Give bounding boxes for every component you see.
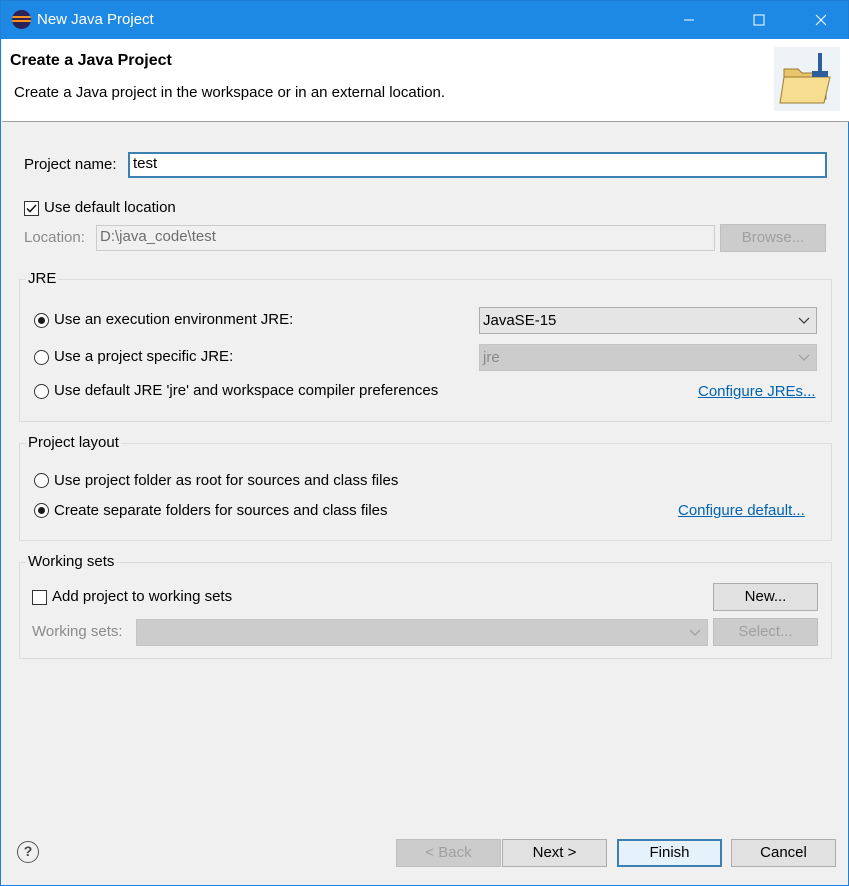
- eclipse-logo-icon: [12, 10, 31, 29]
- new-working-set-button[interactable]: New...: [713, 583, 818, 611]
- layout-separate-label: Create separate folders for sources and …: [54, 502, 388, 519]
- chevron-down-icon: [689, 629, 701, 636]
- browse-button[interactable]: Browse...: [720, 224, 826, 252]
- jre-project-specific-radio[interactable]: [34, 350, 49, 365]
- wizard-description: Create a Java project in the workspace o…: [14, 84, 446, 101]
- project-name-input[interactable]: test: [128, 152, 827, 178]
- finish-button[interactable]: Finish: [617, 839, 722, 867]
- working-sets-group-title: Working sets: [26, 553, 117, 570]
- project-layout-group: [19, 443, 832, 541]
- jre-project-specific-label: Use a project specific JRE:: [54, 348, 234, 365]
- exec-env-select-value: JavaSE-15: [483, 312, 557, 329]
- chevron-down-icon: [798, 317, 810, 324]
- maximize-icon: [753, 14, 765, 26]
- cancel-button[interactable]: Cancel: [731, 839, 836, 867]
- project-jre-select-value: jre: [483, 349, 500, 366]
- window-title: New Java Project: [37, 11, 154, 28]
- configure-jres-link[interactable]: Configure JREs...: [698, 383, 816, 400]
- project-name-label: Project name:: [24, 156, 117, 173]
- working-sets-select[interactable]: [136, 619, 708, 646]
- use-default-location-checkbox[interactable]: [24, 201, 39, 216]
- close-icon: [815, 14, 827, 26]
- chevron-down-icon: [798, 354, 810, 361]
- minimize-icon: [684, 19, 694, 21]
- location-label: Location:: [24, 229, 85, 246]
- jre-group-title: JRE: [26, 270, 59, 287]
- add-to-working-sets-label: Add project to working sets: [52, 588, 233, 605]
- jre-default-radio[interactable]: [34, 384, 49, 399]
- jre-default-label: Use default JRE 'jre' and workspace comp…: [54, 382, 439, 399]
- project-jre-select[interactable]: jre: [479, 344, 817, 371]
- layout-root-radio[interactable]: [34, 473, 49, 488]
- use-default-location-label: Use default location: [44, 199, 176, 216]
- add-to-working-sets-checkbox[interactable]: [32, 590, 47, 605]
- jre-exec-env-label: Use an execution environment JRE:: [54, 311, 294, 328]
- select-working-sets-button[interactable]: Select...: [713, 618, 818, 646]
- project-layout-group-title: Project layout: [26, 434, 121, 451]
- wizard-title: Create a Java Project: [10, 52, 172, 69]
- back-button[interactable]: < Back: [396, 839, 501, 867]
- dialog-window: New Java Project Create a Java Project C…: [0, 0, 849, 886]
- layout-separate-radio[interactable]: [34, 503, 49, 518]
- working-sets-label: Working sets:: [32, 623, 123, 640]
- exec-env-select[interactable]: JavaSE-15: [479, 307, 817, 334]
- minimize-button[interactable]: [666, 1, 712, 39]
- location-input[interactable]: D:\java_code\test: [96, 225, 715, 251]
- next-button[interactable]: Next >: [502, 839, 607, 867]
- configure-default-link[interactable]: Configure default...: [678, 502, 805, 519]
- jre-exec-env-radio[interactable]: [34, 313, 49, 328]
- checkmark-icon: [26, 204, 37, 213]
- wizard-header: Create a Java Project Create a Java proj…: [2, 39, 849, 122]
- new-java-project-folder-icon: [774, 47, 840, 111]
- layout-root-label: Use project folder as root for sources a…: [54, 472, 399, 489]
- help-icon[interactable]: ?: [17, 841, 39, 863]
- close-button[interactable]: [798, 1, 844, 39]
- maximize-button[interactable]: [736, 1, 782, 39]
- title-bar[interactable]: New Java Project: [1, 1, 848, 39]
